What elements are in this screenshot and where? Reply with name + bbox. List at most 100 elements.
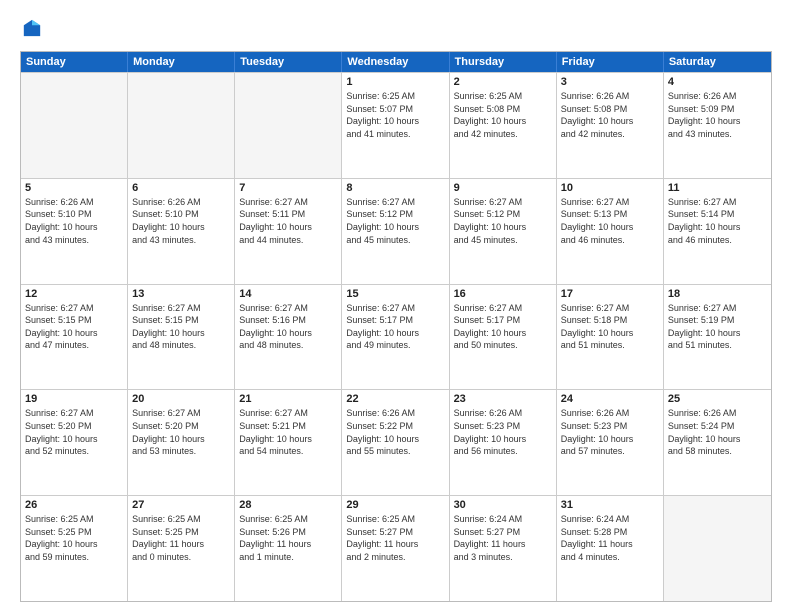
cell-info: Sunrise: 6:27 AM Sunset: 5:17 PM Dayligh… [454, 302, 552, 352]
cal-cell: 20 Sunrise: 6:27 AM Sunset: 5:20 PM Dayli… [128, 390, 235, 495]
cal-week-1: 1Sunrise: 6:25 AM Sunset: 5:07 PM Daylig… [21, 72, 771, 178]
cell-day-number: 16 [454, 288, 552, 300]
cell-day-number: 31 [561, 499, 659, 511]
cell-info: Sunrise: 6:25 AM Sunset: 5:27 PM Dayligh… [346, 513, 444, 563]
cell-day-number: 15 [346, 288, 444, 300]
cal-cell: 12 Sunrise: 6:27 AM Sunset: 5:15 PM Dayli… [21, 285, 128, 390]
cal-cell: 31Sunrise: 6:24 AM Sunset: 5:28 PM Dayli… [557, 496, 664, 601]
cal-week-2: 5 Sunrise: 6:26 AM Sunset: 5:10 PM Daylig… [21, 178, 771, 284]
cal-cell: 11 Sunrise: 6:27 AM Sunset: 5:14 PM Dayli… [664, 179, 771, 284]
cal-cell: 9 Sunrise: 6:27 AM Sunset: 5:12 PM Daylig… [450, 179, 557, 284]
cell-info: Sunrise: 6:27 AM Sunset: 5:20 PM Dayligh… [25, 407, 123, 457]
cell-info: Sunrise: 6:27 AM Sunset: 5:15 PM Dayligh… [25, 302, 123, 352]
cal-cell: 4 Sunrise: 6:26 AM Sunset: 5:09 PM Daylig… [664, 73, 771, 178]
cell-info: Sunrise: 6:27 AM Sunset: 5:20 PM Dayligh… [132, 407, 230, 457]
cal-cell: 17 Sunrise: 6:27 AM Sunset: 5:18 PM Dayli… [557, 285, 664, 390]
cell-day-number: 28 [239, 499, 337, 511]
cell-info: Sunrise: 6:27 AM Sunset: 5:12 PM Dayligh… [346, 196, 444, 246]
cell-day-number: 26 [25, 499, 123, 511]
header [20, 18, 772, 43]
cal-cell: 7 Sunrise: 6:27 AM Sunset: 5:11 PM Daylig… [235, 179, 342, 284]
cell-day-number: 12 [25, 288, 123, 300]
cal-cell: 10 Sunrise: 6:27 AM Sunset: 5:13 PM Dayli… [557, 179, 664, 284]
cell-info: Sunrise: 6:27 AM Sunset: 5:12 PM Dayligh… [454, 196, 552, 246]
cell-day-number: 7 [239, 182, 337, 194]
cal-cell: 14 Sunrise: 6:27 AM Sunset: 5:16 PM Dayli… [235, 285, 342, 390]
cell-info: Sunrise: 6:27 AM Sunset: 5:18 PM Dayligh… [561, 302, 659, 352]
cell-day-number: 22 [346, 393, 444, 405]
cal-cell: 22 Sunrise: 6:26 AM Sunset: 5:22 PM Dayli… [342, 390, 449, 495]
cell-day-number: 30 [454, 499, 552, 511]
cal-cell: 29 Sunrise: 6:25 AM Sunset: 5:27 PM Dayli… [342, 496, 449, 601]
cal-cell: 16 Sunrise: 6:27 AM Sunset: 5:17 PM Dayli… [450, 285, 557, 390]
cell-info: Sunrise: 6:27 AM Sunset: 5:16 PM Dayligh… [239, 302, 337, 352]
cell-day-number: 10 [561, 182, 659, 194]
calendar-header: SundayMondayTuesdayWednesdayThursdayFrid… [21, 52, 771, 72]
cell-info: Sunrise: 6:25 AM Sunset: 5:08 PM Dayligh… [454, 90, 552, 140]
calendar: SundayMondayTuesdayWednesdayThursdayFrid… [20, 51, 772, 602]
cell-day-number: 25 [668, 393, 767, 405]
cal-cell: 19 Sunrise: 6:27 AM Sunset: 5:20 PM Dayli… [21, 390, 128, 495]
cell-day-number: 21 [239, 393, 337, 405]
cell-day-number: 14 [239, 288, 337, 300]
cal-header-monday: Monday [128, 52, 235, 72]
cell-day-number: 29 [346, 499, 444, 511]
cal-cell: 25Sunrise: 6:26 AM Sunset: 5:24 PM Dayli… [664, 390, 771, 495]
cal-cell: 18 Sunrise: 6:27 AM Sunset: 5:19 PM Dayli… [664, 285, 771, 390]
cal-cell: 1Sunrise: 6:25 AM Sunset: 5:07 PM Daylig… [342, 73, 449, 178]
cell-info: Sunrise: 6:27 AM Sunset: 5:21 PM Dayligh… [239, 407, 337, 457]
cell-info: Sunrise: 6:27 AM Sunset: 5:11 PM Dayligh… [239, 196, 337, 246]
cell-day-number: 17 [561, 288, 659, 300]
cal-cell: 21 Sunrise: 6:27 AM Sunset: 5:21 PM Dayli… [235, 390, 342, 495]
cell-day-number: 3 [561, 76, 659, 88]
cal-cell: 15 Sunrise: 6:27 AM Sunset: 5:17 PM Dayli… [342, 285, 449, 390]
calendar-body: 1Sunrise: 6:25 AM Sunset: 5:07 PM Daylig… [21, 72, 771, 601]
cell-info: Sunrise: 6:25 AM Sunset: 5:25 PM Dayligh… [25, 513, 123, 563]
cal-header-saturday: Saturday [664, 52, 771, 72]
cell-info: Sunrise: 6:27 AM Sunset: 5:19 PM Dayligh… [668, 302, 767, 352]
cal-week-3: 12 Sunrise: 6:27 AM Sunset: 5:15 PM Dayli… [21, 284, 771, 390]
logo-icon [22, 18, 42, 38]
cell-info: Sunrise: 6:27 AM Sunset: 5:13 PM Dayligh… [561, 196, 659, 246]
cal-cell: 26 Sunrise: 6:25 AM Sunset: 5:25 PM Dayli… [21, 496, 128, 601]
cal-header-friday: Friday [557, 52, 664, 72]
cal-cell: 13 Sunrise: 6:27 AM Sunset: 5:15 PM Dayli… [128, 285, 235, 390]
cell-day-number: 18 [668, 288, 767, 300]
cell-info: Sunrise: 6:26 AM Sunset: 5:10 PM Dayligh… [25, 196, 123, 246]
cal-cell: 28 Sunrise: 6:25 AM Sunset: 5:26 PM Dayli… [235, 496, 342, 601]
cell-info: Sunrise: 6:26 AM Sunset: 5:10 PM Dayligh… [132, 196, 230, 246]
cell-day-number: 5 [25, 182, 123, 194]
cell-day-number: 9 [454, 182, 552, 194]
cal-week-5: 26 Sunrise: 6:25 AM Sunset: 5:25 PM Dayli… [21, 495, 771, 601]
cal-cell: 30 Sunrise: 6:24 AM Sunset: 5:27 PM Dayli… [450, 496, 557, 601]
cal-cell: 5 Sunrise: 6:26 AM Sunset: 5:10 PM Daylig… [21, 179, 128, 284]
cell-info: Sunrise: 6:26 AM Sunset: 5:22 PM Dayligh… [346, 407, 444, 457]
cell-info: Sunrise: 6:27 AM Sunset: 5:17 PM Dayligh… [346, 302, 444, 352]
cell-day-number: 6 [132, 182, 230, 194]
cell-day-number: 13 [132, 288, 230, 300]
logo [20, 18, 46, 43]
cell-day-number: 20 [132, 393, 230, 405]
cal-cell [235, 73, 342, 178]
page: SundayMondayTuesdayWednesdayThursdayFrid… [0, 0, 792, 612]
cal-week-4: 19 Sunrise: 6:27 AM Sunset: 5:20 PM Dayli… [21, 389, 771, 495]
cal-cell: 8 Sunrise: 6:27 AM Sunset: 5:12 PM Daylig… [342, 179, 449, 284]
cal-cell: 27Sunrise: 6:25 AM Sunset: 5:25 PM Dayli… [128, 496, 235, 601]
cell-info: Sunrise: 6:26 AM Sunset: 5:08 PM Dayligh… [561, 90, 659, 140]
cell-info: Sunrise: 6:24 AM Sunset: 5:27 PM Dayligh… [454, 513, 552, 563]
cell-day-number: 19 [25, 393, 123, 405]
cell-day-number: 8 [346, 182, 444, 194]
cell-info: Sunrise: 6:27 AM Sunset: 5:14 PM Dayligh… [668, 196, 767, 246]
cell-day-number: 2 [454, 76, 552, 88]
cal-header-thursday: Thursday [450, 52, 557, 72]
cal-cell [664, 496, 771, 601]
cal-cell [128, 73, 235, 178]
cell-info: Sunrise: 6:25 AM Sunset: 5:26 PM Dayligh… [239, 513, 337, 563]
cell-day-number: 4 [668, 76, 767, 88]
cell-day-number: 1 [346, 76, 444, 88]
cell-info: Sunrise: 6:26 AM Sunset: 5:09 PM Dayligh… [668, 90, 767, 140]
cell-info: Sunrise: 6:27 AM Sunset: 5:15 PM Dayligh… [132, 302, 230, 352]
cal-cell: 2 Sunrise: 6:25 AM Sunset: 5:08 PM Daylig… [450, 73, 557, 178]
cal-cell [21, 73, 128, 178]
cell-day-number: 11 [668, 182, 767, 194]
